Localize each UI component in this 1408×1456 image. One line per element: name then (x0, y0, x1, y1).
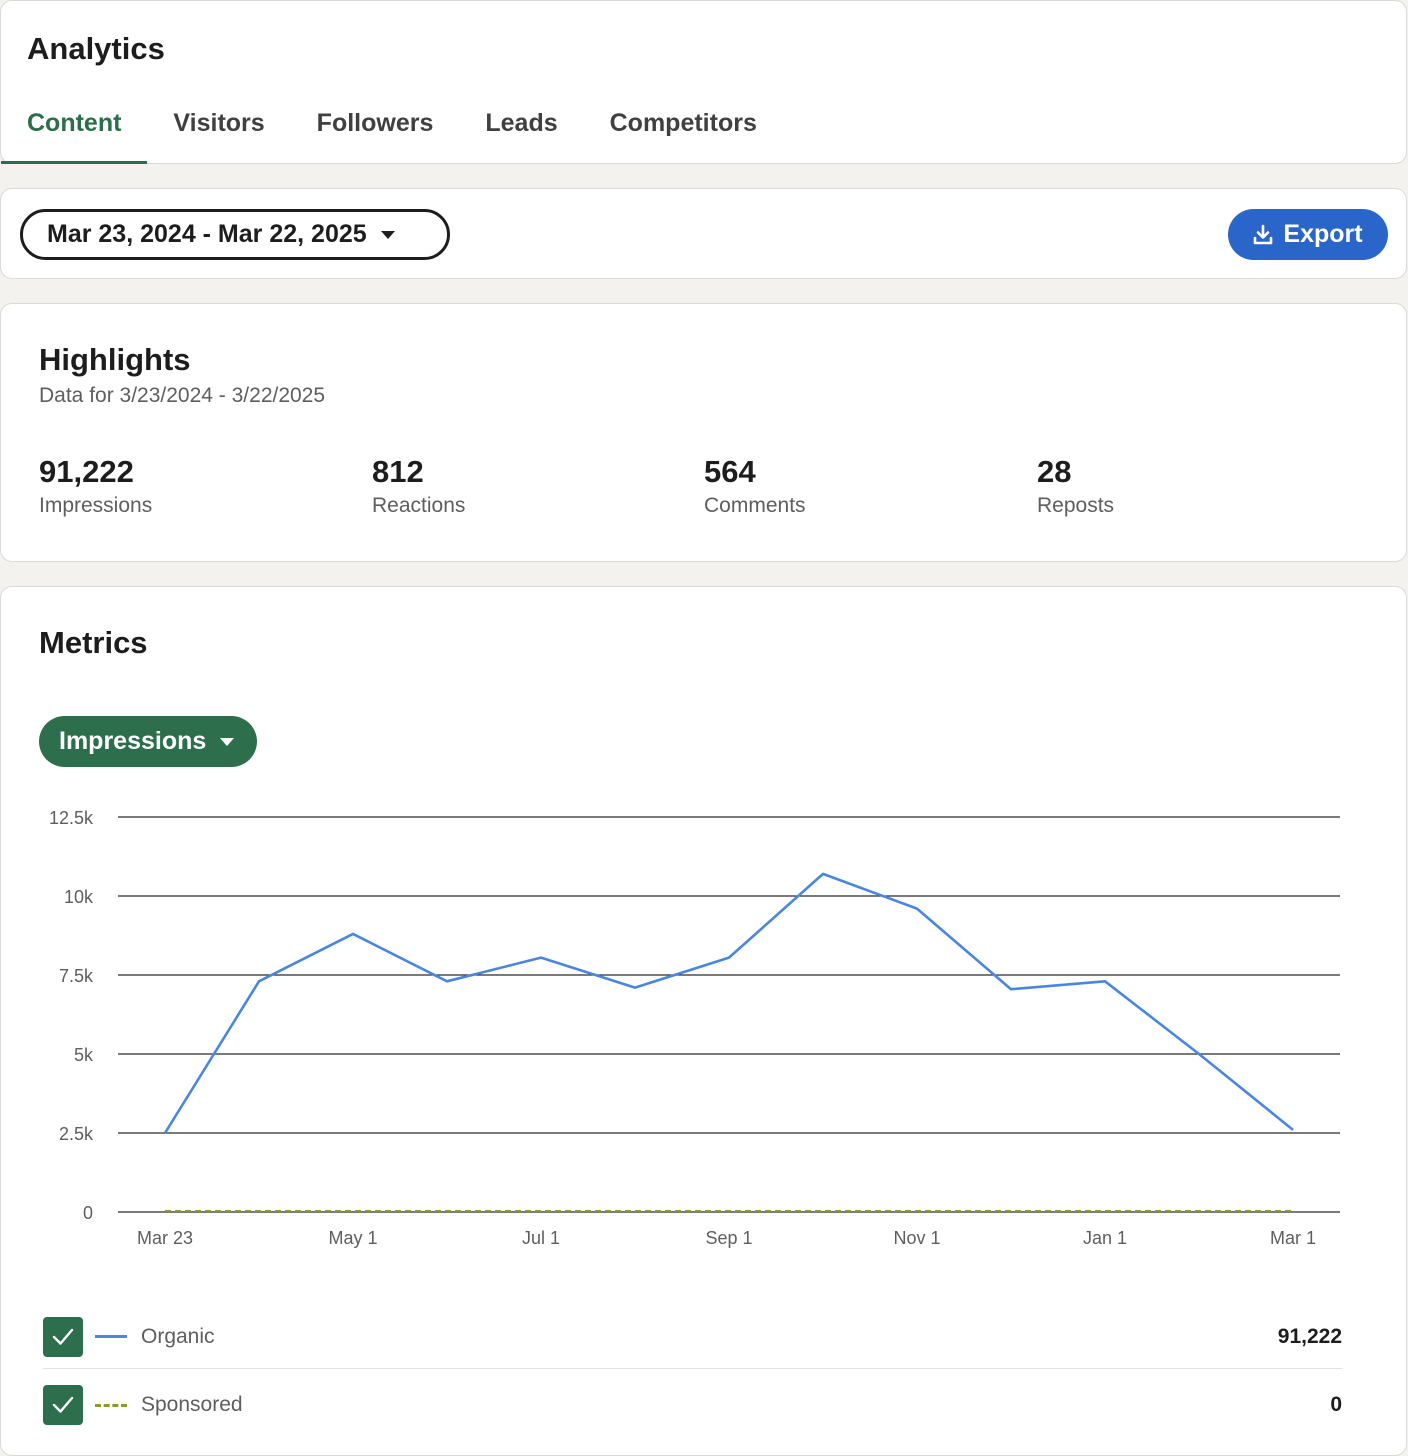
metrics-card: Metrics Impressions 0 2.5k 5k 7.5k 10k 12.5k M… (0, 586, 1407, 1456)
x-tick-label: Mar 1 (1270, 1228, 1316, 1248)
stat-value: 564 (704, 454, 756, 489)
y-tick-label: 0 (83, 1203, 93, 1223)
sponsored-checkbox[interactable] (43, 1385, 83, 1425)
highlights-title: Highlights (39, 342, 191, 377)
stat-label: Comments (704, 494, 806, 517)
x-tick-label: Jul 1 (522, 1228, 560, 1248)
organic-checkbox[interactable] (43, 1316, 83, 1357)
y-tick-label: 5k (74, 1045, 94, 1065)
date-range-label: Mar 23, 2024 - Mar 22, 2025 (47, 220, 367, 248)
stat-comments: 564 Comments (704, 454, 806, 518)
stat-impressions: 91,222 Impressions (39, 454, 152, 518)
legend-label: Sponsored (141, 1393, 243, 1416)
organic-line-swatch (95, 1335, 127, 1338)
stat-reactions: 812 Reactions (372, 454, 465, 518)
stat-value: 91,222 (39, 454, 134, 489)
impressions-line-chart: 0 2.5k 5k 7.5k 10k 12.5k Mar 23 May 1 Jul 1 Sep 1… (49, 808, 1340, 1248)
stat-value: 28 (1037, 454, 1072, 489)
tab-followers[interactable]: Followers (291, 97, 460, 164)
legend-row-sponsored: Sponsored 0 (43, 1373, 1342, 1437)
caret-down-icon (220, 737, 235, 746)
caret-down-icon (380, 230, 395, 239)
x-tick-label: May 1 (328, 1228, 377, 1248)
date-range-dropdown[interactable]: Mar 23, 2024 - Mar 22, 2025 (20, 209, 450, 260)
organic-series-line (163, 872, 1294, 1134)
x-tick-label: Sep 1 (705, 1228, 752, 1248)
metric-selector-dropdown[interactable]: Impressions (39, 716, 257, 767)
stat-value: 812 (372, 454, 424, 489)
legend-row-organic: Organic 91,222 (43, 1305, 1342, 1369)
tab-visitors[interactable]: Visitors (147, 97, 290, 164)
export-label: Export (1283, 220, 1363, 248)
legend-total: 0 (1330, 1393, 1342, 1416)
sponsored-line-swatch (95, 1403, 127, 1407)
y-tick-label: 2.5k (59, 1124, 94, 1144)
page-title: Analytics (27, 31, 165, 66)
metric-selector-label: Impressions (59, 727, 207, 755)
metrics-title: Metrics (39, 625, 148, 660)
y-tick-label: 10k (64, 887, 94, 907)
legend-total: 91,222 (1277, 1324, 1342, 1348)
x-tick-label: Nov 1 (893, 1228, 940, 1248)
legend-label: Organic (141, 1324, 215, 1348)
y-tick-label: 7.5k (59, 966, 94, 986)
filter-bar: Mar 23, 2024 - Mar 22, 2025 Export (0, 188, 1407, 279)
analytics-header-card: Analytics Content Visitors Followers Lea… (0, 0, 1407, 164)
y-tick-label: 12.5k (49, 808, 94, 828)
analytics-tabs: Content Visitors Followers Leads Competi… (1, 97, 783, 164)
check-icon (52, 1396, 74, 1413)
tab-leads[interactable]: Leads (459, 97, 583, 164)
stat-label: Impressions (39, 494, 153, 517)
x-tick-label: Mar 23 (137, 1228, 193, 1248)
x-tick-label: Jan 1 (1083, 1228, 1127, 1248)
download-icon (1254, 224, 1273, 244)
export-button[interactable]: Export (1228, 209, 1388, 260)
check-icon (52, 1328, 74, 1345)
tab-content[interactable]: Content (1, 97, 148, 164)
stat-label: Reposts (1037, 494, 1115, 517)
tab-competitors[interactable]: Competitors (584, 97, 783, 164)
stat-reposts: 28 Reposts (1037, 454, 1114, 518)
highlights-subtitle: Data for 3/23/2024 - 3/22/2025 (39, 384, 326, 407)
highlights-card: Highlights Data for 3/23/2024 - 3/22/202… (0, 303, 1407, 562)
stat-label: Reactions (372, 494, 466, 517)
